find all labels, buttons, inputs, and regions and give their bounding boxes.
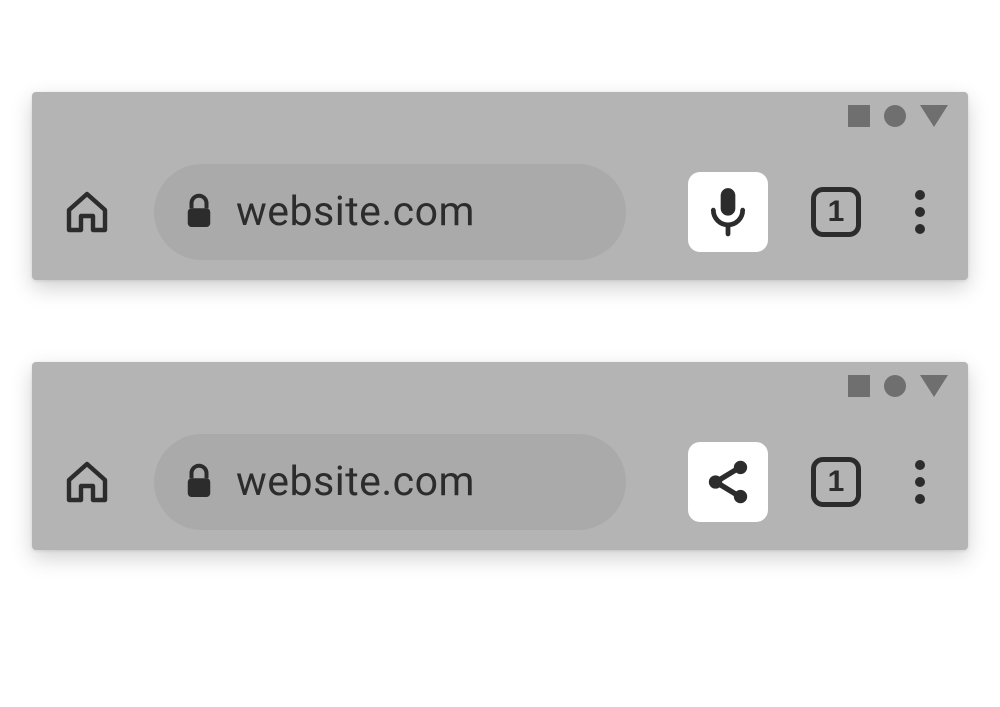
- share-button[interactable]: [688, 442, 768, 522]
- toolbar: website.com 1: [32, 434, 968, 530]
- more-vert-icon: [915, 224, 925, 234]
- tabs-button[interactable]: 1: [806, 182, 866, 242]
- overflow-menu-button[interactable]: [900, 184, 940, 240]
- more-vert-icon: [915, 494, 925, 504]
- home-icon: [63, 188, 111, 236]
- share-icon: [703, 457, 753, 507]
- more-vert-icon: [915, 207, 925, 217]
- status-triangle-icon: [920, 105, 948, 127]
- home-button[interactable]: [60, 185, 114, 239]
- status-square-icon: [848, 105, 870, 127]
- status-bar: [848, 374, 948, 398]
- tab-count: 1: [828, 197, 845, 227]
- url-text: website.com: [236, 188, 475, 236]
- status-circle-icon: [884, 105, 906, 127]
- more-vert-icon: [915, 190, 925, 200]
- toolbar: website.com 1: [32, 164, 968, 260]
- browser-toolbar-variant-share: website.com 1: [32, 362, 968, 550]
- address-bar[interactable]: website.com: [154, 164, 626, 260]
- status-square-icon: [848, 375, 870, 397]
- lock-icon: [184, 463, 214, 501]
- lock-icon: [184, 193, 214, 231]
- url-text: website.com: [236, 458, 475, 506]
- tab-count: 1: [828, 467, 845, 497]
- tabs-icon: 1: [811, 457, 861, 507]
- status-triangle-icon: [920, 375, 948, 397]
- home-icon: [63, 458, 111, 506]
- voice-search-button[interactable]: [688, 172, 768, 252]
- more-vert-icon: [915, 460, 925, 470]
- browser-toolbar-variant-mic: website.com 1: [32, 92, 968, 280]
- address-bar[interactable]: website.com: [154, 434, 626, 530]
- more-vert-icon: [915, 477, 925, 487]
- home-button[interactable]: [60, 455, 114, 509]
- tabs-icon: 1: [811, 187, 861, 237]
- microphone-icon: [706, 186, 750, 238]
- tabs-button[interactable]: 1: [806, 452, 866, 512]
- overflow-menu-button[interactable]: [900, 454, 940, 510]
- status-bar: [848, 104, 948, 128]
- status-circle-icon: [884, 375, 906, 397]
